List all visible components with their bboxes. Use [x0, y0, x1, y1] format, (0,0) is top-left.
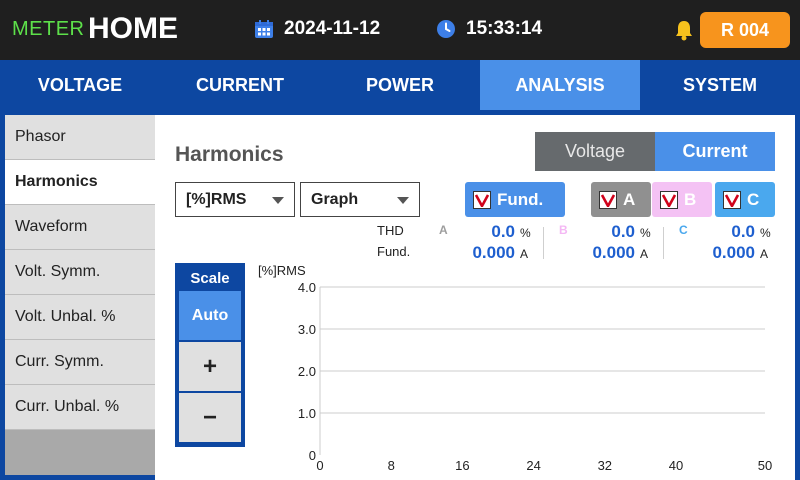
calendar-icon	[255, 20, 273, 38]
phase-b-thd-value: 0.0	[611, 222, 635, 241]
scale-zoom-out-button[interactable]: −	[179, 393, 241, 442]
x-tick-label: 40	[669, 458, 683, 473]
time-text: 15:33:14	[466, 18, 543, 39]
x-tick-label: 32	[598, 458, 612, 473]
record-button[interactable]: R 004	[700, 12, 790, 48]
current-toggle-button[interactable]: Current	[655, 132, 775, 171]
phase-b-letter: B	[559, 223, 568, 237]
phase-b-fund-unit: A	[640, 247, 649, 261]
phase-c-checkbox[interactable]: C	[715, 182, 775, 217]
page-title: Harmonics	[175, 143, 284, 166]
phase-b-checkbox-label: B	[684, 189, 697, 209]
fund-checkbox[interactable]: Fund.	[465, 182, 565, 217]
phase-c-checkbox-label: C	[747, 189, 760, 209]
x-tick-label: 8	[388, 458, 395, 473]
sidebar-item-volt-unbal[interactable]: Volt. Unbal. %	[5, 295, 155, 340]
main-nav: VOLTAGE CURRENT POWER ANALYSIS SYSTEM	[0, 60, 800, 110]
phase-a-thd-value: 0.0	[491, 222, 515, 241]
phase-c-thd-unit: %	[760, 226, 771, 240]
fund-checkbox-label: Fund.	[497, 189, 544, 209]
chart-ticks: 0 1.0 2.0 3.0 4.0 0 8 16 24 32 40 50	[298, 280, 772, 473]
chart-grid	[319, 286, 765, 455]
phase-a-fund-unit: A	[520, 247, 529, 261]
unit-select-value: [%]RMS	[186, 190, 247, 208]
checkmark-icon	[473, 190, 491, 209]
reading-divider	[663, 227, 664, 259]
tab-current[interactable]: CURRENT	[160, 60, 320, 110]
x-tick-label: 24	[526, 458, 540, 473]
phase-a-checkbox[interactable]: A	[591, 182, 651, 217]
tab-voltage[interactable]: VOLTAGE	[0, 60, 160, 110]
mode-select[interactable]: Graph	[300, 182, 420, 217]
scale-auto-button[interactable]: Auto	[179, 291, 241, 340]
sidebar: Phasor Harmonics Waveform Volt. Symm. Vo…	[5, 115, 155, 475]
phase-b-thd-unit: %	[640, 226, 651, 240]
date-display: 2024-11-12	[254, 18, 380, 40]
phase-a-letter: A	[439, 223, 448, 237]
thd-label: THD	[377, 223, 404, 238]
mode-select-value: Graph	[311, 190, 359, 208]
sidebar-item-volt-symm[interactable]: Volt. Symm.	[5, 250, 155, 295]
time-display: 15:33:14	[436, 18, 542, 40]
x-tick-label: 16	[455, 458, 469, 473]
checkmark-icon	[599, 190, 617, 209]
brand-title[interactable]: HOME	[88, 12, 178, 46]
sidebar-item-harmonics[interactable]: Harmonics	[5, 160, 155, 205]
y-tick-label: 0	[309, 448, 316, 463]
phase-c-fund-unit: A	[760, 247, 769, 261]
phase-c-letter: C	[679, 223, 688, 237]
y-tick-label: 2.0	[298, 364, 316, 379]
y-tick-label: 3.0	[298, 322, 316, 337]
harmonics-panel: Harmonics Voltage Current [%]RMS Graph F…	[155, 115, 795, 480]
phase-c-thd-value: 0.0	[731, 222, 755, 241]
harmonics-chart: [%]RMS 0 1.0 2.0 3.0 4.0 0 8 16 24 32 40 50	[258, 263, 772, 473]
tab-system[interactable]: SYSTEM	[640, 60, 800, 110]
checkmark-icon	[660, 190, 678, 209]
y-tick-label: 1.0	[298, 406, 316, 421]
sidebar-item-curr-symm[interactable]: Curr. Symm.	[5, 340, 155, 385]
scale-panel: Scale Auto + −	[175, 263, 245, 447]
reading-divider	[543, 227, 544, 259]
phase-a-thd-unit: %	[520, 226, 531, 240]
phase-a-checkbox-label: A	[623, 189, 636, 209]
x-tick-label: 0	[316, 458, 323, 473]
fund-label: Fund.	[377, 244, 411, 259]
sidebar-item-phasor[interactable]: Phasor	[5, 115, 155, 160]
tab-power[interactable]: POWER	[320, 60, 480, 110]
brand-subtitle: METER	[12, 18, 85, 40]
chevron-down-icon	[397, 197, 409, 204]
scale-title: Scale	[190, 269, 230, 287]
sidebar-item-waveform[interactable]: Waveform	[5, 205, 155, 250]
tab-analysis[interactable]: ANALYSIS	[480, 60, 640, 110]
phase-b-checkbox[interactable]: B	[652, 182, 712, 217]
chevron-down-icon	[272, 197, 284, 204]
x-tick-label: 50	[758, 458, 772, 473]
y-tick-label: 4.0	[298, 280, 316, 295]
sidebar-item-curr-unbal[interactable]: Curr. Unbal. %	[5, 385, 155, 430]
y-axis-label: [%]RMS	[258, 263, 306, 278]
checkmark-icon	[723, 190, 741, 209]
scale-zoom-in-button[interactable]: +	[179, 342, 241, 391]
voltage-toggle-button[interactable]: Voltage	[535, 132, 655, 171]
clock-icon	[437, 20, 455, 38]
bell-icon[interactable]	[674, 19, 694, 41]
top-bar: METER HOME 2024-11-12 15:33:14 R 004	[0, 0, 800, 60]
unit-select[interactable]: [%]RMS	[175, 182, 295, 217]
date-text: 2024-11-12	[284, 18, 381, 39]
